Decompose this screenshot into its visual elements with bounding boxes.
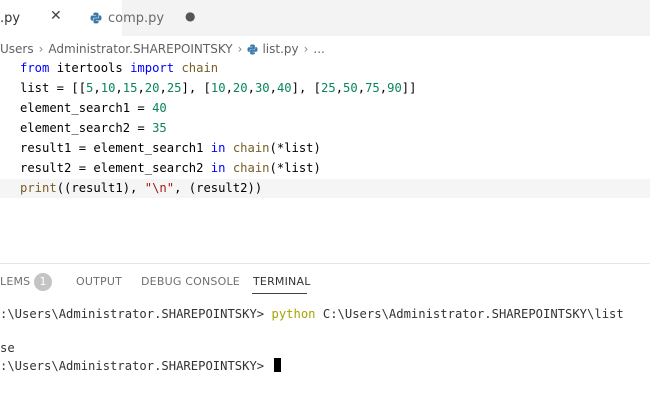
code-line[interactable]: result2 = element_search2 in chain(*list… [20,159,321,178]
chevron-right-icon: › [303,42,309,56]
problems-count-badge: 1 [34,273,52,291]
tab-comp-py[interactable]: comp.py ● [84,0,214,36]
python-file-icon [90,12,102,24]
terminal-command-arg: C:\Users\Administrator.SHAREPOINTSKY\lis… [315,307,624,321]
chevron-right-icon: › [38,42,44,56]
breadcrumb: Users › Administrator.SHAREPOINTSKY › li… [0,40,325,58]
code-line-text: print((result1), "\n", (result2)) [20,181,263,195]
editor-tab-bar: .py ✕ comp.py ● [0,0,650,36]
code-line[interactable]: list = [[5,10,15,20,25], [10,20,30,40], … [20,79,416,98]
code-line-current[interactable]: print((result1), "\n", (result2)) [0,179,650,198]
tab-label: comp.py [108,11,165,26]
chevron-right-icon: › [237,42,243,56]
breadcrumb-users[interactable]: Users [0,42,34,56]
breadcrumb-file[interactable]: list.py [262,42,298,56]
code-line[interactable]: element_search1 = 40 [20,99,167,118]
breadcrumb-admin-folder[interactable]: Administrator.SHAREPOINTSKY [48,42,232,56]
terminal-prompt: :\Users\Administrator.SHAREPOINTSKY> [0,307,272,321]
unsaved-dot-icon[interactable]: ● [185,9,195,23]
code-line[interactable]: element_search2 = 35 [20,119,167,138]
tab-output[interactable]: OUTPUT [76,275,122,288]
panel-divider [0,263,650,264]
python-file-icon [247,43,258,55]
code-line[interactable]: result1 = element_search1 in chain(*list… [20,139,321,158]
active-tab-indicator [252,293,307,294]
terminal-output: se [0,341,15,355]
terminal-cursor [273,358,281,372]
terminal-command: python [271,307,316,321]
close-icon[interactable]: ✕ [50,8,62,24]
tab-problems[interactable]: LEMS [0,275,30,288]
terminal-line[interactable]: :\Users\Administrator.SHAREPOINTSKY> pyt… [0,305,624,323]
code-editor[interactable]: from itertools import chain list = [[5,1… [0,59,650,204]
tab-label: .py [0,11,21,26]
tab-debug-console[interactable]: DEBUG CONSOLE [141,275,240,288]
tab-terminal[interactable]: TERMINAL [253,275,311,288]
terminal-line[interactable]: :\Users\Administrator.SHAREPOINTSKY> [0,357,281,375]
breadcrumb-symbols[interactable]: ... [313,42,324,56]
code-line[interactable]: from itertools import chain [20,59,218,78]
terminal-prompt: :\Users\Administrator.SHAREPOINTSKY> [0,359,272,373]
